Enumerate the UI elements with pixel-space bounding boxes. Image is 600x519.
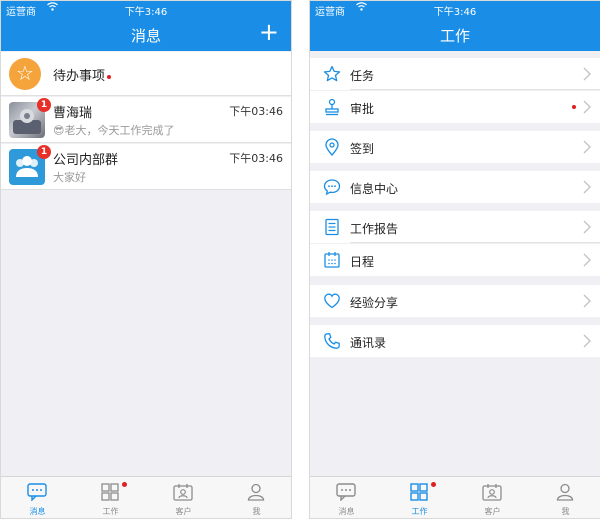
tab-label: 客户 [484,507,501,516]
nav-bar: 消息 + [1,17,291,51]
tab-work[interactable]: 工作 [74,477,147,518]
chat-bubble-icon [323,179,341,196]
work-item-checkin[interactable]: 签到 [310,131,600,163]
nav-bar: 工作 [310,17,600,51]
tab-label: 我 [252,507,261,516]
conversation-time: 下午03:46 [229,105,283,118]
divider [350,89,600,90]
phone-icon [324,333,340,349]
person-icon [247,483,265,501]
page-title: 消息 [130,27,161,45]
grid-icon [410,483,428,501]
chevron-right-icon [583,140,591,154]
work-item-label: 日程 [350,255,375,269]
contact-card-icon [482,484,502,501]
star-icon: ☆ [9,58,41,90]
tab-label: 消息 [338,507,355,516]
chevron-right-icon [583,253,591,267]
chevron-right-icon [583,220,591,234]
message-icon [336,483,356,501]
person-icon [556,483,574,501]
chevron-right-icon [583,180,591,194]
work-item-label: 任务 [350,69,375,83]
tab-label: 消息 [29,507,46,516]
work-screen: 运营商 下午3:46 工作 任务 审批 签到 信息中心 工作报告 日程 经验分享… [309,0,600,519]
work-item-tasks[interactable]: 任务 [310,58,600,90]
conversation-row[interactable]: 1 曹海瑞 下午03:46 😎老大，今天工作完成了 [1,97,291,143]
chevron-right-icon [583,294,591,308]
messages-screen: 运营商 下午3:46 消息 + ☆ 待办事项 1 曹海瑞 下午03:46 😎老大… [0,0,292,519]
message-icon [27,483,47,501]
divider [350,242,600,243]
chevron-right-icon [583,67,591,81]
plus-icon[interactable]: + [259,19,279,45]
tab-bar: 消息 工作 客户 我 [310,476,600,518]
unread-dot [107,74,112,79]
status-time: 下午3:46 [433,7,477,18]
page-title: 工作 [439,27,470,45]
conversation-time: 下午03:46 [229,152,283,165]
work-item-label: 信息中心 [350,182,399,196]
work-item-label: 审批 [350,102,375,116]
status-bar: 运营商 下午3:46 [1,1,291,18]
tab-me[interactable]: 我 [220,477,291,518]
notification-dot [572,105,576,109]
tab-bar: 消息 工作 客户 我 [1,476,291,518]
todo-row[interactable]: ☆ 待办事项 [1,52,291,96]
work-item-label: 经验分享 [350,296,399,310]
status-bar: 运营商 下午3:46 [310,1,600,18]
work-item-label: 工作报告 [350,222,399,236]
tab-messages[interactable]: 消息 [310,477,383,518]
star-icon [323,65,341,82]
heart-icon [324,293,340,309]
conversation-name: 公司内部群 [53,153,119,168]
chevron-right-icon [583,100,591,114]
unread-badge: 1 [37,145,51,159]
tab-me[interactable]: 我 [529,477,600,518]
contact-card-icon [173,484,193,501]
work-item-schedule[interactable]: 日程 [310,244,600,276]
tab-work[interactable]: 工作 [383,477,456,518]
work-item-info-center[interactable]: 信息中心 [310,171,600,203]
tab-label: 工作 [102,507,119,516]
header: 运营商 下午3:46 工作 [310,1,600,51]
tab-customers[interactable]: 客户 [456,477,529,518]
notification-dot [122,482,127,487]
header: 运营商 下午3:46 消息 + [1,1,291,51]
grid-icon [101,483,119,501]
conversation-preview: 大家好 [53,171,86,184]
status-time: 下午3:46 [124,7,168,18]
work-item-report[interactable]: 工作报告 [310,211,600,243]
chevron-right-icon [583,334,591,348]
work-item-label: 通讯录 [350,336,387,350]
work-item-contacts[interactable]: 通讯录 [310,325,600,357]
location-pin-icon [325,138,339,156]
unread-badge: 1 [37,98,51,112]
work-item-approval[interactable]: 审批 [310,91,600,123]
document-icon [325,218,339,236]
work-item-label: 签到 [350,142,375,156]
notification-dot [431,482,436,487]
tab-customers[interactable]: 客户 [147,477,220,518]
tab-messages[interactable]: 消息 [1,477,74,518]
work-item-sharing[interactable]: 经验分享 [310,285,600,317]
tab-label: 工作 [411,507,428,516]
conversation-preview: 😎老大，今天工作完成了 [53,124,175,137]
tab-label: 我 [561,507,570,516]
conversation-row[interactable]: 1 公司内部群 下午03:46 大家好 [1,144,291,190]
stamp-icon [325,98,339,116]
todo-label: 待办事项 [53,65,112,84]
tab-label: 客户 [175,507,192,516]
calendar-icon [324,252,340,268]
conversation-name: 曹海瑞 [53,106,93,121]
